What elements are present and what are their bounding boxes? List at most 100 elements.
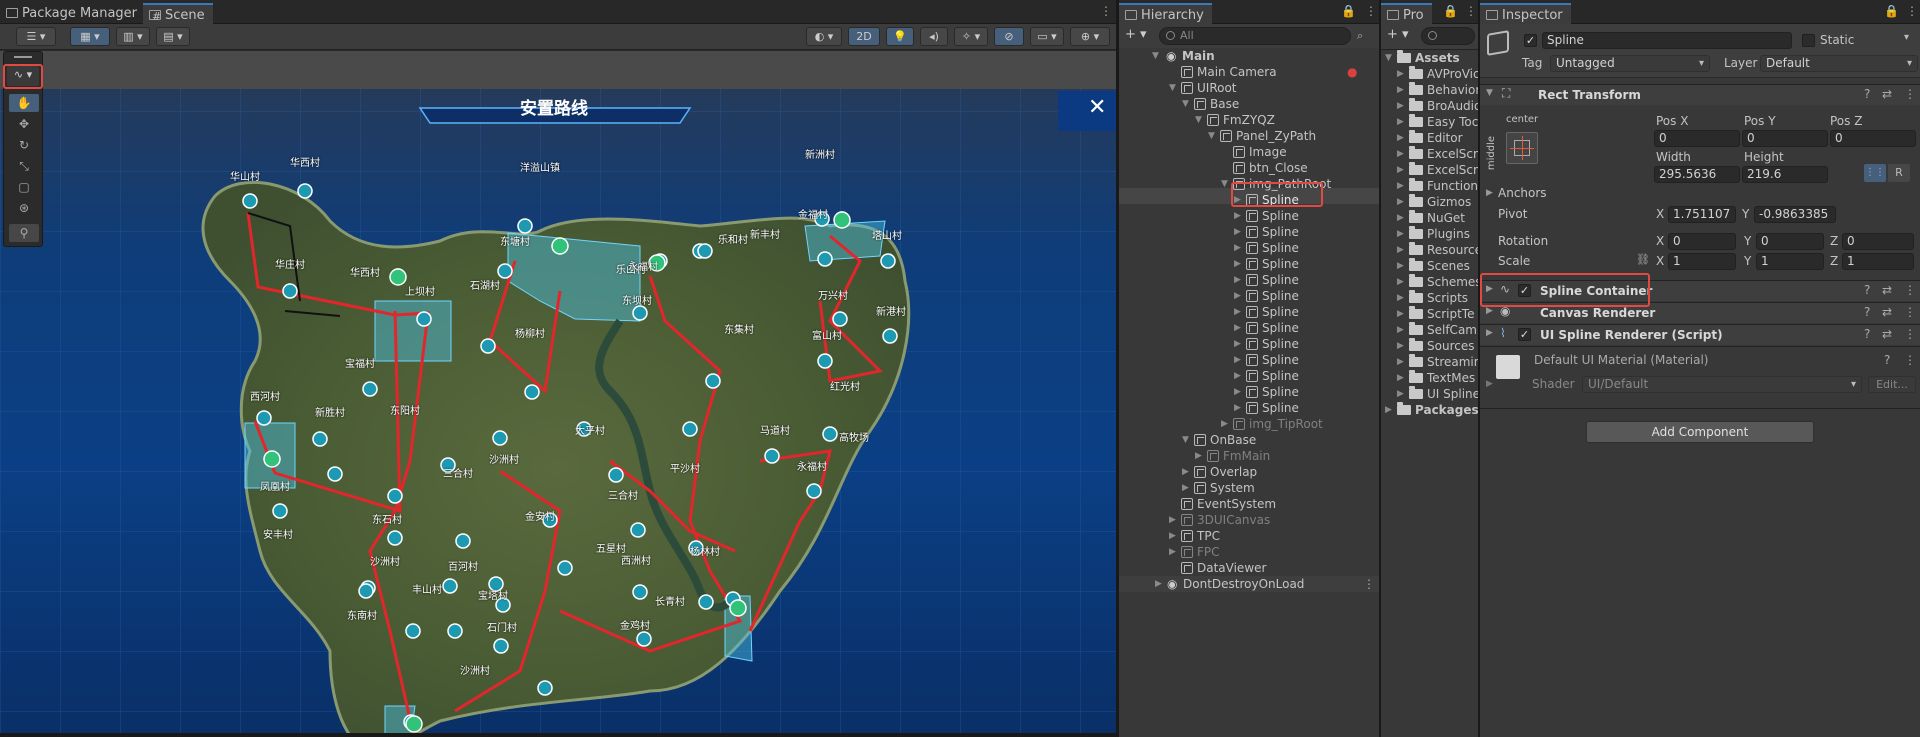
row-menu-icon[interactable]: ⋮ xyxy=(1363,576,1375,592)
tree-row[interactable]: ▶ Spline xyxy=(1119,208,1379,224)
preset-icon[interactable]: ⇄ xyxy=(1882,87,1892,101)
help-icon[interactable]: ? xyxy=(1864,305,1870,319)
grid-snap-button[interactable]: ▦ ▾ xyxy=(70,27,110,46)
scene-viewport[interactable]: 华西村 华山村 华庄村 华西村 上坝村 石湖村 东塘村 洋溢山镇 乐山村 新洲村… xyxy=(0,51,1116,737)
static-dropdown-icon[interactable]: ▾ xyxy=(1904,32,1909,43)
project-menu-icon[interactable]: ⋮ xyxy=(1465,5,1477,17)
rot-x-field[interactable]: 0 xyxy=(1668,233,1736,250)
help-icon[interactable]: ? xyxy=(1884,353,1890,367)
draw-mode-dropdown[interactable]: ☰ ▾ xyxy=(16,27,56,46)
tree-row[interactable]: Main Camera ● xyxy=(1119,64,1379,80)
tree-row[interactable]: ▼ FmZYQZ xyxy=(1119,112,1379,128)
scale-tool-icon[interactable]: ⤡ xyxy=(9,157,39,175)
tree-row[interactable]: ▼ Panel_ZyPath xyxy=(1119,128,1379,144)
rotate-tool-icon[interactable]: ↻ xyxy=(9,136,39,154)
scale-link-icon[interactable]: ⛓ xyxy=(1636,253,1650,266)
lock-icon[interactable]: 🔒 xyxy=(1884,5,1899,17)
hierarchy-menu-icon[interactable]: ⋮ xyxy=(1365,5,1377,17)
shader-dropdown[interactable]: UI/Default xyxy=(1582,376,1862,393)
lock-icon[interactable]: 🔒 xyxy=(1341,5,1356,17)
hand-tool-icon[interactable]: ✋ xyxy=(9,94,39,112)
material-menu-icon[interactable]: ⋮ xyxy=(1904,353,1916,367)
tree-row-main[interactable]: ▼ ◉ Main xyxy=(1119,48,1379,64)
lighting-button[interactable]: 💡 xyxy=(886,27,914,46)
tree-row[interactable]: ▶ Spline xyxy=(1119,400,1379,416)
tree-row[interactable]: ▶ Spline xyxy=(1119,240,1379,256)
tree-row[interactable]: ▶ ◉ DontDestroyOnLoad ⋮ xyxy=(1119,576,1379,592)
tree-row[interactable]: DataViewer xyxy=(1119,560,1379,576)
shader-edit-button[interactable]: Edit... xyxy=(1868,376,1916,393)
static-checkbox[interactable] xyxy=(1802,34,1815,47)
scale-x-field[interactable]: 1 xyxy=(1668,253,1736,270)
help-icon[interactable]: ? xyxy=(1864,87,1870,101)
tree-row[interactable]: ▶ Spline xyxy=(1119,256,1379,272)
help-icon[interactable]: ? xyxy=(1864,327,1870,341)
help-icon[interactable]: ? xyxy=(1864,283,1870,297)
add-component-button[interactable]: Add Component xyxy=(1586,421,1814,443)
tree-row[interactable]: ▶ Spline xyxy=(1119,384,1379,400)
hierarchy-search-input[interactable]: All xyxy=(1159,27,1351,45)
tree-row[interactable]: ▶ Spline xyxy=(1119,304,1379,320)
preset-icon[interactable]: ⇄ xyxy=(1882,305,1892,319)
audio-button[interactable]: ◂) xyxy=(920,27,948,46)
effects-button[interactable]: ✧ ▾ xyxy=(954,27,988,46)
anchor-preset-button[interactable] xyxy=(1506,132,1538,164)
tree-row[interactable]: ▶ Overlap xyxy=(1119,464,1379,480)
component-menu-icon[interactable]: ⋮ xyxy=(1904,305,1916,319)
shading-mode-button[interactable]: ◐ ▾ xyxy=(806,27,842,46)
increment-snap-button[interactable]: ▤ ▾ xyxy=(156,27,190,46)
layer-dropdown[interactable]: Default xyxy=(1760,55,1918,72)
tree-row[interactable]: ▶ 3DUICanvas xyxy=(1119,512,1379,528)
tree-row[interactable]: ▼ Base xyxy=(1119,96,1379,112)
project-search-input[interactable] xyxy=(1421,27,1475,45)
tree-row[interactable]: ▼ OnBase xyxy=(1119,432,1379,448)
ui-spline-renderer-header[interactable]: ▶ ⌇ ✓ UI Spline Renderer (Script) ? ⇄ ⋮ xyxy=(1480,324,1920,345)
tree-row[interactable]: ▼ UIRoot xyxy=(1119,80,1379,96)
grid-toggle-button[interactable]: ▥ ▾ xyxy=(116,27,150,46)
width-field[interactable]: 295.5636 xyxy=(1654,166,1740,183)
tree-row[interactable]: ▶ Spline xyxy=(1119,320,1379,336)
transform-tool-icon[interactable]: ⊛ xyxy=(9,199,39,217)
tree-row[interactable]: btn_Close xyxy=(1119,160,1379,176)
tree-row[interactable]: ▶ Spline xyxy=(1119,336,1379,352)
tab-project[interactable]: Pro xyxy=(1381,3,1432,24)
mode-2d-button[interactable]: 2D xyxy=(848,27,880,46)
component-menu-icon[interactable]: ⋮ xyxy=(1904,87,1916,101)
hidden-objects-button[interactable]: ⊘ xyxy=(994,27,1024,46)
pivot-y-field[interactable]: -0.9863385 xyxy=(1754,206,1836,223)
search-options-icon[interactable]: ⌕ xyxy=(1357,29,1363,43)
tab-scene[interactable]: Scene xyxy=(143,3,213,27)
create-asset-button[interactable]: + ▾ xyxy=(1387,27,1409,42)
custom-tool-icon[interactable]: ⚲ xyxy=(9,224,39,242)
tab-package-manager[interactable]: Package Manager xyxy=(0,3,145,24)
scale-y-field[interactable]: 1 xyxy=(1756,253,1824,270)
inspector-menu-icon[interactable]: ⋮ xyxy=(1906,5,1918,17)
raw-edit-button[interactable]: R xyxy=(1888,164,1910,182)
height-field[interactable]: 219.6 xyxy=(1742,166,1828,183)
scene-menu-icon[interactable]: ⋮ xyxy=(1100,5,1112,17)
tab-inspector[interactable]: Inspector xyxy=(1480,3,1571,24)
rect-tool-icon[interactable]: ▢ xyxy=(9,178,39,196)
object-name-field[interactable]: Spline xyxy=(1542,32,1792,49)
component-menu-icon[interactable]: ⋮ xyxy=(1904,283,1916,297)
posx-field[interactable]: 0 xyxy=(1654,130,1740,147)
blueprint-mode-button[interactable]: ⋮⋮ xyxy=(1864,164,1886,182)
tree-row[interactable]: ▶ img_TipRoot xyxy=(1119,416,1379,432)
ui-spline-renderer-enabled[interactable]: ✓ xyxy=(1518,328,1531,341)
tree-row[interactable]: EventSystem xyxy=(1119,496,1379,512)
rot-z-field[interactable]: 0 xyxy=(1842,233,1914,250)
tree-row[interactable]: ▶ Spline xyxy=(1119,288,1379,304)
tag-dropdown[interactable]: Untagged xyxy=(1550,55,1710,72)
active-checkbox[interactable]: ✓ xyxy=(1524,34,1537,47)
tab-hierarchy[interactable]: Hierarchy xyxy=(1119,3,1212,24)
material-foldout-icon[interactable]: ▶ xyxy=(1486,379,1493,389)
tree-row[interactable]: ▶ TPC xyxy=(1119,528,1379,544)
move-tool-icon[interactable]: ✥ xyxy=(9,115,39,133)
lock-icon[interactable]: 🔒 xyxy=(1443,5,1458,17)
tree-row[interactable]: ▶ FmMain xyxy=(1119,448,1379,464)
tree-row[interactable]: ▶ Spline xyxy=(1119,368,1379,384)
anchors-foldout[interactable]: ▶ xyxy=(1486,188,1493,198)
pivot-x-field[interactable]: 1.751107 xyxy=(1668,206,1736,223)
camera-button[interactable]: ▭ ▾ xyxy=(1030,27,1064,46)
tree-row[interactable]: ▶ Spline xyxy=(1119,272,1379,288)
